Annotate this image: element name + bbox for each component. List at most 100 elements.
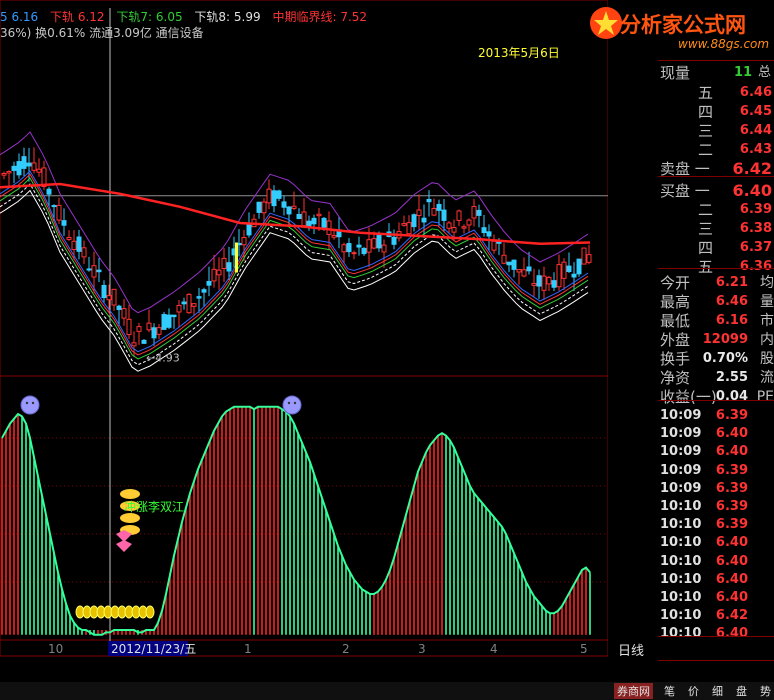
- candle-body: [101, 284, 107, 299]
- ask-row-label: 四: [698, 103, 714, 121]
- candle-body: [36, 168, 42, 173]
- tick-price: 6.40: [715, 590, 748, 605]
- candle-body: [291, 205, 297, 209]
- stat-row: 市 最低 6.16: [608, 312, 774, 330]
- tab-bi[interactable]: 笔: [664, 683, 675, 699]
- bottom-tabs: 券商网 笔 价 细 盘 势: [0, 682, 774, 700]
- candle-body: [76, 236, 82, 252]
- tick-time: 10:10: [660, 553, 702, 569]
- candle-body: [546, 276, 552, 285]
- tab-trend[interactable]: 势: [760, 683, 771, 699]
- panel-divider: [658, 176, 774, 177]
- tick-row: 10:09 6.40: [660, 443, 774, 461]
- tick-price: 6.40: [715, 444, 748, 460]
- stat-row-label: 收益(一): [660, 388, 717, 406]
- stat-row-label: 外盘: [660, 331, 691, 349]
- stat-row-suffix: 流: [760, 370, 774, 386]
- candle-body: [406, 222, 412, 235]
- candle-body: [316, 213, 322, 217]
- chart-date: 2013年5月6日: [478, 46, 560, 60]
- stat-row-value: 12099: [702, 332, 748, 347]
- bid-row-value: 6.40: [732, 181, 772, 200]
- bid-row: 四 6.37: [608, 239, 774, 257]
- ask-row: 三 6.44: [608, 122, 774, 140]
- bid-row: 买盘 一 6.40: [608, 181, 774, 201]
- period-label[interactable]: 日线: [618, 640, 644, 659]
- face-eye: [293, 401, 297, 405]
- candle-body: [146, 322, 152, 331]
- candle-body: [156, 327, 162, 335]
- ask-row: 二 6.43: [608, 141, 774, 159]
- candle-body: [281, 201, 287, 208]
- candle-body: [141, 339, 147, 344]
- x-tick-label: 1: [244, 642, 252, 656]
- candle-body: [286, 206, 292, 215]
- candle-body: [16, 161, 22, 176]
- candle-body: [326, 220, 332, 235]
- ask-row-value: 6.46: [739, 85, 772, 100]
- candle-body: [296, 213, 302, 220]
- candle-body: [371, 238, 377, 249]
- candle-body: [61, 220, 67, 226]
- tab-detail[interactable]: 细: [712, 683, 723, 699]
- tab-price[interactable]: 价: [688, 683, 699, 699]
- tick-time: 10:10: [660, 608, 702, 624]
- tick-row: 10:10 6.42: [660, 607, 774, 625]
- candle-body: [581, 247, 587, 265]
- candle-body: [81, 247, 87, 258]
- bid-row-value: 6.39: [739, 202, 772, 217]
- tick-row: 10:10 6.40: [660, 589, 774, 607]
- candle-body: [346, 243, 352, 253]
- candle-body: [241, 237, 247, 246]
- candle-body: [136, 326, 142, 332]
- stat-row: 股 换手 0.70%: [608, 350, 774, 368]
- candle-body: [151, 327, 157, 339]
- price-chart[interactable]: 冲涨李双江 9.008.508.007.507.006.506.005.505.…: [0, 0, 608, 700]
- tick-time: 10:09: [660, 408, 702, 423]
- tick-price: 6.39: [715, 408, 748, 423]
- candle-body: [56, 204, 62, 221]
- stat-row-suffix: 均: [760, 275, 774, 291]
- candle-body: [556, 264, 562, 288]
- ask-row-value: 6.45: [739, 104, 772, 119]
- candle-body: [411, 214, 417, 228]
- candle-body: [436, 203, 442, 211]
- candle-body: [11, 165, 17, 171]
- indicator-3: 下轨7: 6.05: [116, 10, 183, 24]
- stat-row: 均 今开 6.21: [608, 274, 774, 292]
- bid-row-label: 三: [698, 220, 714, 238]
- candle-body: [311, 217, 317, 225]
- candle-body: [476, 209, 482, 216]
- tick-row: 10:09 6.39: [660, 480, 774, 498]
- tick-row: 10:09 6.39: [660, 462, 774, 480]
- candle-body: [521, 269, 527, 277]
- tick-row: 10:10 6.39: [660, 498, 774, 516]
- candle-body: [186, 293, 192, 314]
- candle-body: [216, 269, 222, 276]
- candle-body: [266, 188, 272, 204]
- stat-row-suffix: 股: [760, 351, 774, 367]
- candle-body: [171, 314, 177, 318]
- tick-price: 6.39: [715, 480, 748, 496]
- candle-body: [361, 247, 367, 255]
- bid-row-value: 6.38: [739, 221, 772, 236]
- bid-row-label: 买盘 一: [660, 182, 710, 200]
- tab-broker[interactable]: 券商网: [614, 683, 653, 699]
- candle-body: [161, 314, 167, 330]
- candle-body: [516, 269, 522, 273]
- tick-time: 10:10: [660, 517, 702, 533]
- stat-row-value: 0.04: [715, 389, 748, 404]
- candle-body: [341, 244, 347, 253]
- indicator-2: 下轨 6.12: [50, 10, 105, 24]
- tick-row: 10:10 6.40: [660, 625, 774, 643]
- candle-body: [121, 308, 127, 319]
- tick-row: 10:10 6.39: [660, 516, 774, 534]
- tab-book[interactable]: 盘: [736, 683, 747, 699]
- stock-info: 36%) 换0.61% 流通3.09亿 通信设备: [0, 26, 204, 40]
- tick-time: 10:09: [660, 462, 702, 478]
- candle-body: [321, 217, 327, 228]
- x-tick-label: 3: [418, 642, 426, 656]
- tick-price: 6.40: [715, 571, 748, 587]
- annotation-coin-icon: [120, 489, 140, 499]
- stat-row: 内 外盘 12099: [608, 331, 774, 349]
